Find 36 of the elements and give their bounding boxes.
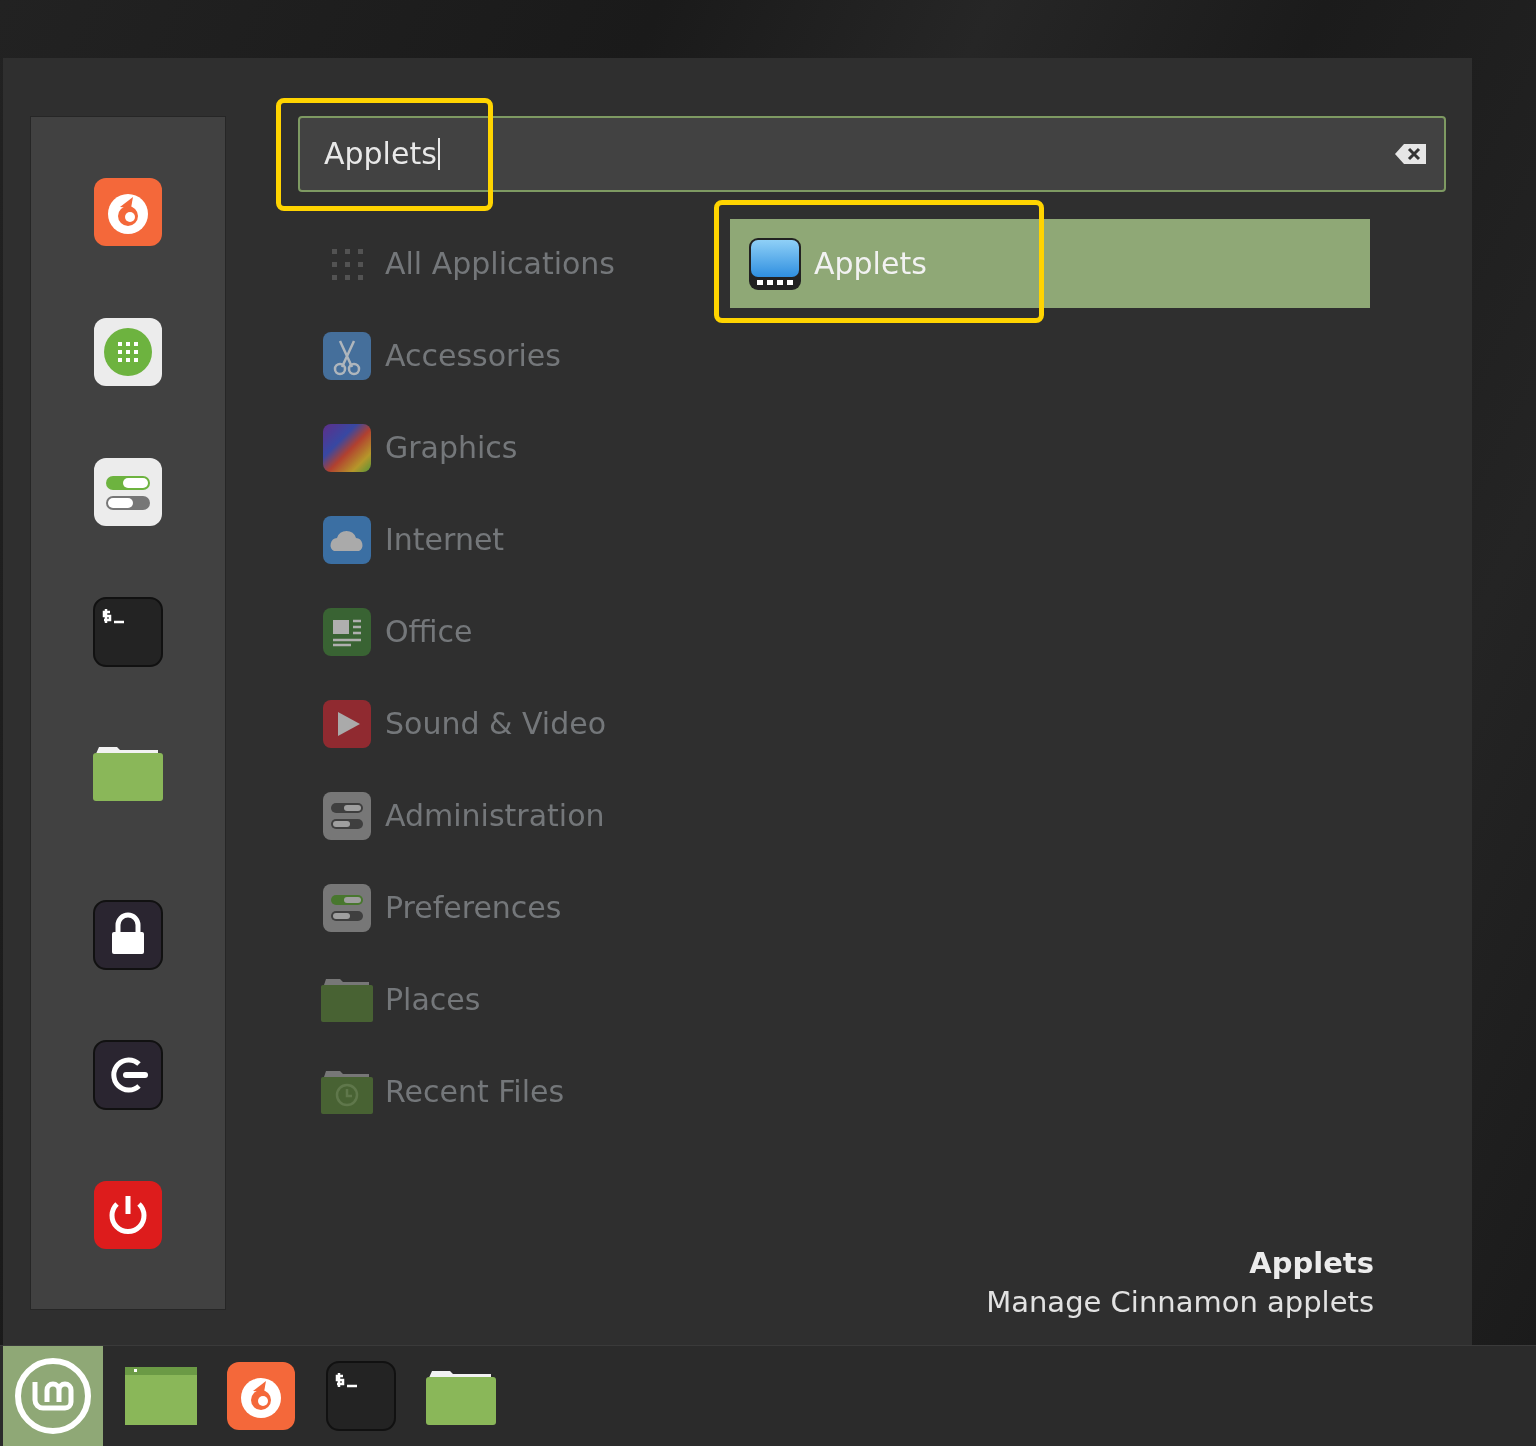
category-item[interactable]: All Applications bbox=[385, 249, 615, 279]
category-item[interactable]: Internet bbox=[385, 525, 505, 555]
category-item[interactable]: Preferences bbox=[385, 893, 562, 923]
category-item[interactable]: Sound & Video bbox=[385, 709, 606, 739]
category-item[interactable]: Office bbox=[385, 617, 473, 647]
category-item[interactable]: Accessories bbox=[385, 341, 561, 371]
cloud-icon bbox=[322, 515, 372, 565]
web-browser-icon[interactable] bbox=[93, 177, 163, 247]
applet-panel-icon bbox=[748, 236, 802, 291]
description-text: Manage Cinnamon applets bbox=[986, 1284, 1374, 1321]
power-icon[interactable] bbox=[93, 1180, 163, 1250]
menu-button[interactable] bbox=[3, 1346, 103, 1446]
files-window-icon[interactable] bbox=[124, 1366, 198, 1426]
web-browser-icon[interactable] bbox=[226, 1361, 296, 1431]
document-icon bbox=[322, 607, 372, 657]
software-grid-icon[interactable] bbox=[93, 317, 163, 387]
clear-icon[interactable] bbox=[1394, 142, 1428, 166]
description-title: Applets bbox=[1249, 1245, 1374, 1282]
search-result-item[interactable]: Applets bbox=[730, 219, 1370, 308]
category-item[interactable]: Graphics bbox=[385, 433, 518, 463]
folder-clock-icon bbox=[320, 1069, 374, 1115]
terminal-icon[interactable] bbox=[93, 597, 163, 667]
color-palette-icon bbox=[322, 423, 372, 473]
category-item[interactable]: Places bbox=[385, 985, 481, 1015]
folder-icon bbox=[320, 977, 374, 1023]
toggle-switches-icon bbox=[322, 883, 372, 933]
logout-icon[interactable] bbox=[93, 1040, 163, 1110]
search-field[interactable]: Applets bbox=[298, 116, 1446, 192]
scissors-icon bbox=[322, 331, 372, 381]
terminal-icon[interactable] bbox=[326, 1361, 396, 1431]
category-item[interactable]: Administration bbox=[385, 801, 605, 831]
play-icon bbox=[322, 699, 372, 749]
toggle-switches-icon bbox=[322, 791, 372, 841]
lock-icon[interactable] bbox=[93, 900, 163, 970]
category-item[interactable]: Recent Files bbox=[385, 1077, 565, 1107]
settings-icon[interactable] bbox=[93, 457, 163, 527]
